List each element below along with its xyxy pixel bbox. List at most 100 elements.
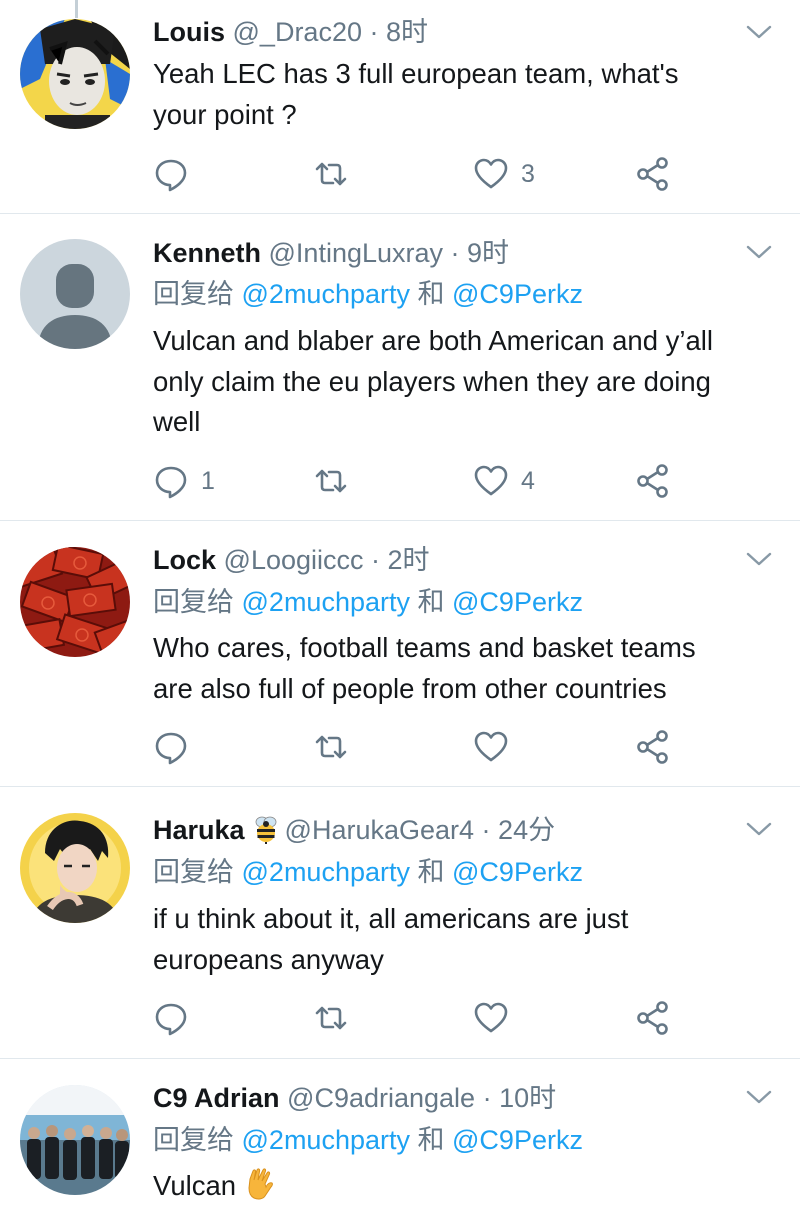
timestamp[interactable]: 10时 [499, 1083, 556, 1113]
reply-prefix: 回复给 [153, 279, 242, 309]
anime-boy-avatar-icon [20, 813, 130, 923]
retweet-icon [315, 162, 347, 186]
timestamp[interactable]: 2时 [388, 545, 430, 575]
mention-link[interactable]: @C9Perkz [452, 857, 583, 887]
bee-emoji-icon [255, 816, 276, 844]
tweet-actions: 1 4 [153, 461, 713, 501]
display-name[interactable]: Lock [153, 545, 216, 575]
share-icon [637, 464, 668, 498]
chevron-down-icon[interactable] [746, 821, 772, 837]
share-button[interactable] [635, 154, 671, 194]
reply-prefix: 回复给 [153, 1125, 242, 1155]
mention-link[interactable]: @C9Perkz [452, 587, 583, 617]
tweet-header: Kenneth @IntingLuxray · 9时 [153, 234, 740, 272]
tweet-text-line: europeans anyway [153, 943, 384, 975]
like-button[interactable]: 3 [473, 154, 535, 194]
tweet-header: C9 Adrian @C9adriangale · 10时 [153, 1079, 740, 1117]
retweet-button[interactable] [313, 461, 361, 501]
reply-icon [155, 466, 187, 499]
mention-link[interactable]: @2muchparty [242, 857, 410, 887]
user-handle[interactable]: @IntingLuxray [269, 238, 444, 268]
tweet-text-word: Vulcan [153, 1170, 237, 1201]
display-name[interactable]: C9 Adrian [153, 1083, 280, 1113]
tweet-haruka[interactable]: Haruka @HarukaGear4 · 24分 回复给 @2muchparty… [0, 787, 800, 1059]
share-button[interactable] [635, 998, 671, 1038]
separator: · [363, 545, 388, 575]
reply-and: 和 [410, 857, 453, 887]
tweet-text-line: are also full of people from other count… [153, 672, 667, 704]
tweet-text: if u think about it, all americans are j… [153, 899, 778, 980]
chevron-down-icon[interactable] [746, 1089, 772, 1105]
timestamp[interactable]: 9时 [467, 238, 509, 268]
avatar[interactable] [20, 239, 130, 349]
reply-icon [155, 732, 187, 765]
tweet-text-line: well [153, 406, 201, 437]
tweet-text: Vulcan [153, 1166, 778, 1207]
share-icon [637, 157, 668, 191]
retweet-icon [315, 735, 347, 759]
timestamp[interactable]: 8时 [386, 17, 428, 47]
tweet-c9-adrian[interactable]: C9 Adrian @C9adriangale · 10时 回复给 @2much… [0, 1059, 800, 1222]
anime-character-avatar-icon [20, 19, 130, 129]
share-button[interactable] [635, 461, 671, 501]
like-button[interactable]: 4 [473, 461, 535, 501]
retweet-button[interactable] [313, 154, 361, 194]
display-name[interactable]: Kenneth [153, 238, 261, 268]
tweet-header: Louis @_Drac20 · 8时 [153, 13, 740, 51]
reply-context: 回复给 @2muchparty 和 @C9Perkz [153, 853, 780, 891]
mention-link[interactable]: @2muchparty [242, 587, 410, 617]
mention-link[interactable]: @C9Perkz [452, 279, 583, 309]
user-handle[interactable]: @HarukaGear4 [285, 815, 475, 845]
avatar[interactable] [20, 1085, 130, 1195]
tweet-louis[interactable]: Louis @_Drac20 · 8时 Yeah LEC has 3 full … [0, 0, 800, 214]
share-button[interactable] [635, 727, 671, 767]
heart-icon [474, 731, 508, 762]
like-button[interactable] [473, 727, 521, 767]
separator: · [475, 1083, 500, 1113]
mention-link[interactable]: @2muchparty [242, 279, 410, 309]
user-handle[interactable]: @C9adriangale [287, 1083, 475, 1113]
separator: · [474, 815, 499, 845]
tweet-kenneth[interactable]: Kenneth @IntingLuxray · 9时 回复给 @2muchpar… [0, 214, 800, 521]
mention-link[interactable]: @C9Perkz [452, 1125, 583, 1155]
tweet-text-line: Vulcan [153, 1166, 778, 1207]
chevron-down-icon[interactable] [746, 244, 772, 260]
user-handle[interactable]: @_Drac20 [233, 17, 362, 47]
separator: · [443, 238, 468, 268]
team-photo-avatar-icon [20, 1085, 130, 1195]
reply-prefix: 回复给 [153, 587, 242, 617]
avatar[interactable] [20, 19, 130, 129]
tweet-text-line: Vulcan and blaber are both American and … [153, 325, 714, 356]
tweet-text-line: only claim the eu players when they are … [153, 365, 711, 397]
retweet-icon [315, 469, 347, 493]
reply-button[interactable] [153, 727, 201, 767]
tweet-text: Yeah LEC has 3 full european team, what'… [153, 54, 778, 135]
reply-button[interactable] [153, 154, 201, 194]
display-name[interactable]: Haruka [153, 815, 245, 845]
reply-feed: Louis @_Drac20 · 8时 Yeah LEC has 3 full … [0, 0, 800, 1222]
like-button[interactable] [473, 998, 521, 1038]
tweet-text: Vulcan and blaber are both American and … [153, 321, 778, 443]
mention-link[interactable]: @2muchparty [242, 1125, 410, 1155]
tweet-actions [153, 998, 713, 1038]
avatar[interactable] [20, 813, 130, 923]
tweet-header: Haruka @HarukaGear4 · 24分 [153, 811, 740, 849]
retweet-button[interactable] [313, 998, 361, 1038]
tweet-text-line: Who cares, football teams and basket tea… [153, 632, 696, 663]
display-name[interactable]: Louis [153, 17, 225, 47]
tweet-lock[interactable]: Lock @Loogiiccc · 2时 回复给 @2muchparty 和 @… [0, 521, 800, 787]
retweet-button[interactable] [313, 727, 361, 767]
share-icon [637, 730, 668, 764]
timestamp[interactable]: 24分 [498, 815, 555, 845]
reply-icon [155, 1003, 187, 1036]
user-handle[interactable]: @Loogiiccc [224, 545, 364, 575]
reply-icon [155, 159, 187, 192]
chevron-down-icon[interactable] [746, 24, 772, 40]
chevron-down-icon[interactable] [746, 551, 772, 567]
reply-button[interactable]: 1 [153, 461, 215, 501]
avatar[interactable] [20, 547, 130, 657]
tweet-actions [153, 727, 713, 767]
reply-button[interactable] [153, 998, 201, 1038]
red-banknotes-avatar-icon [20, 547, 130, 657]
heart-icon [474, 465, 508, 496]
